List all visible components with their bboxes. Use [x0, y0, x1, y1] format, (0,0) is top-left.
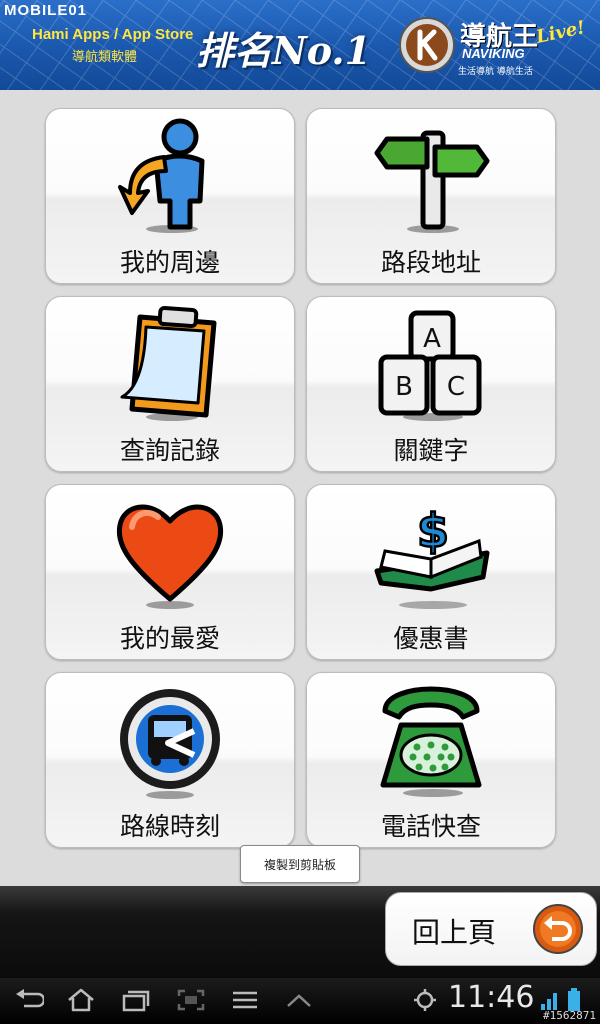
menu-tile-favorites[interactable]: 我的最愛 [45, 484, 295, 660]
return-arrow-icon [533, 904, 583, 954]
menu-label: 我的周邊 [119, 248, 220, 277]
signpost-icon [374, 130, 490, 233]
bottom-bar: 回上頁 [0, 886, 600, 978]
image-watermark: #1562871 [543, 1009, 596, 1022]
menu-label: 優惠書 [393, 624, 469, 653]
recent-apps-icon[interactable] [120, 988, 150, 1012]
menu-label: 關鍵字 [393, 436, 469, 465]
banner-store-text: Hami Apps / App Store [32, 26, 194, 43]
menu-tile-bus-schedule[interactable]: 路線時刻 [45, 672, 295, 848]
naviking-logo-icon [399, 17, 455, 73]
menu-icon[interactable] [230, 988, 260, 1012]
menu-label: 路段地址 [380, 248, 481, 277]
mobile01-logo: MOBILE01 [4, 2, 88, 19]
status-clock: 11:46 [448, 980, 535, 1015]
menu-label: 電話快查 [380, 812, 481, 841]
svg-text:C: C [447, 372, 465, 402]
person-nearby-icon [118, 118, 205, 233]
system-navigation-bar: 11:46 #1562871 [0, 978, 600, 1024]
copy-clipboard-toast[interactable]: 複製到剪貼板 [240, 845, 360, 883]
svg-text:A: A [423, 324, 441, 354]
main-menu-grid: 我的周邊 路段地址 查詢記錄 A B C 關鍵字 我的最愛 $ 優惠書 路線時刻… [0, 90, 600, 860]
banner-rank-text: 排名No.1 [196, 28, 372, 73]
banner-category-text: 導航類軟體 [72, 50, 138, 65]
menu-label: 查詢記錄 [119, 436, 220, 465]
back-icon[interactable] [14, 988, 44, 1012]
back-page-button[interactable]: 回上頁 [385, 892, 597, 966]
home-icon[interactable] [66, 988, 96, 1012]
up-arrow-icon[interactable] [284, 988, 314, 1012]
svg-text:$: $ [417, 504, 449, 558]
menu-label: 我的最愛 [119, 624, 220, 653]
dollar-book-icon: $ [374, 503, 490, 609]
ad-banner[interactable]: MOBILE01 Hami Apps / App Store 導航類軟體 排名N… [0, 0, 600, 90]
brand-english-name: NAVIKING [462, 46, 525, 61]
menu-tile-address[interactable]: 路段地址 [306, 108, 556, 284]
clipboard-icon [120, 306, 217, 421]
menu-tile-coupons[interactable]: $ 優惠書 [306, 484, 556, 660]
menu-tile-phone-lookup[interactable]: 電話快查 [306, 672, 556, 848]
menu-label: 路線時刻 [119, 812, 220, 841]
back-page-label: 回上頁 [412, 916, 497, 949]
bus-icon [120, 689, 220, 799]
telephone-icon [380, 686, 482, 797]
brand-slogan: 生活導航 導航生活 [458, 67, 533, 77]
screenshot-icon[interactable] [176, 988, 206, 1012]
menu-tile-nearby[interactable]: 我的周邊 [45, 108, 295, 284]
svg-text:B: B [395, 372, 413, 402]
menu-tile-keyword[interactable]: A B C 關鍵字 [306, 296, 556, 472]
gps-status-icon [414, 989, 436, 1011]
menu-tile-history[interactable]: 查詢記錄 [45, 296, 295, 472]
heart-icon [116, 504, 224, 609]
abc-keys-icon: A B C [378, 310, 482, 421]
